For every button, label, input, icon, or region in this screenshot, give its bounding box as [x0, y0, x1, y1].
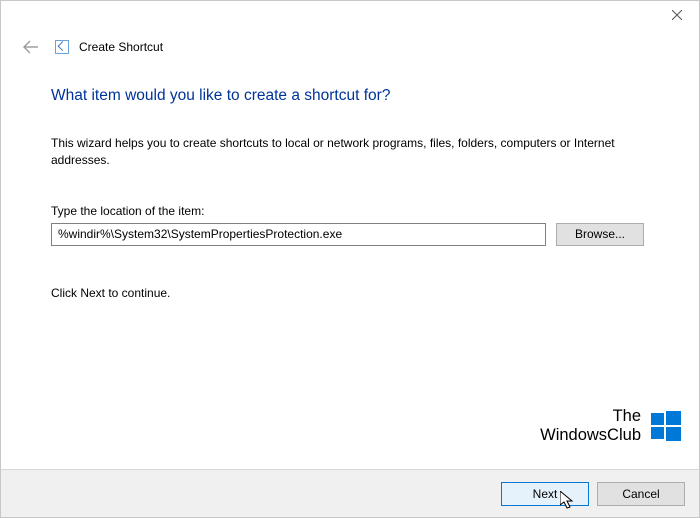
create-shortcut-wizard-window: Create Shortcut What item would you like…: [0, 0, 700, 518]
back-button[interactable]: [21, 37, 41, 57]
wizard-description: This wizard helps you to create shortcut…: [51, 135, 631, 170]
cancel-button[interactable]: Cancel: [597, 482, 685, 506]
browse-button[interactable]: Browse...: [556, 223, 644, 246]
next-button[interactable]: Next: [501, 482, 589, 506]
back-arrow-icon: [23, 40, 39, 54]
wizard-header: Create Shortcut: [1, 31, 699, 59]
shortcut-icon: [55, 40, 69, 54]
wizard-footer: Next Cancel: [1, 469, 699, 517]
location-row: Browse...: [51, 223, 649, 246]
wizard-title: Create Shortcut: [79, 40, 163, 54]
continue-text: Click Next to continue.: [51, 286, 649, 300]
titlebar: [1, 1, 699, 31]
watermark-line1: The: [540, 407, 641, 426]
windows-logo-icon: [651, 411, 681, 441]
wizard-heading: What item would you like to create a sho…: [51, 87, 649, 105]
watermark: The WindowsClub: [540, 407, 681, 445]
location-input[interactable]: [51, 223, 546, 246]
close-icon: [672, 10, 682, 20]
close-button[interactable]: [654, 1, 699, 29]
watermark-line2: WindowsClub: [540, 426, 641, 445]
watermark-text: The WindowsClub: [540, 407, 641, 445]
location-label: Type the location of the item:: [51, 204, 649, 218]
